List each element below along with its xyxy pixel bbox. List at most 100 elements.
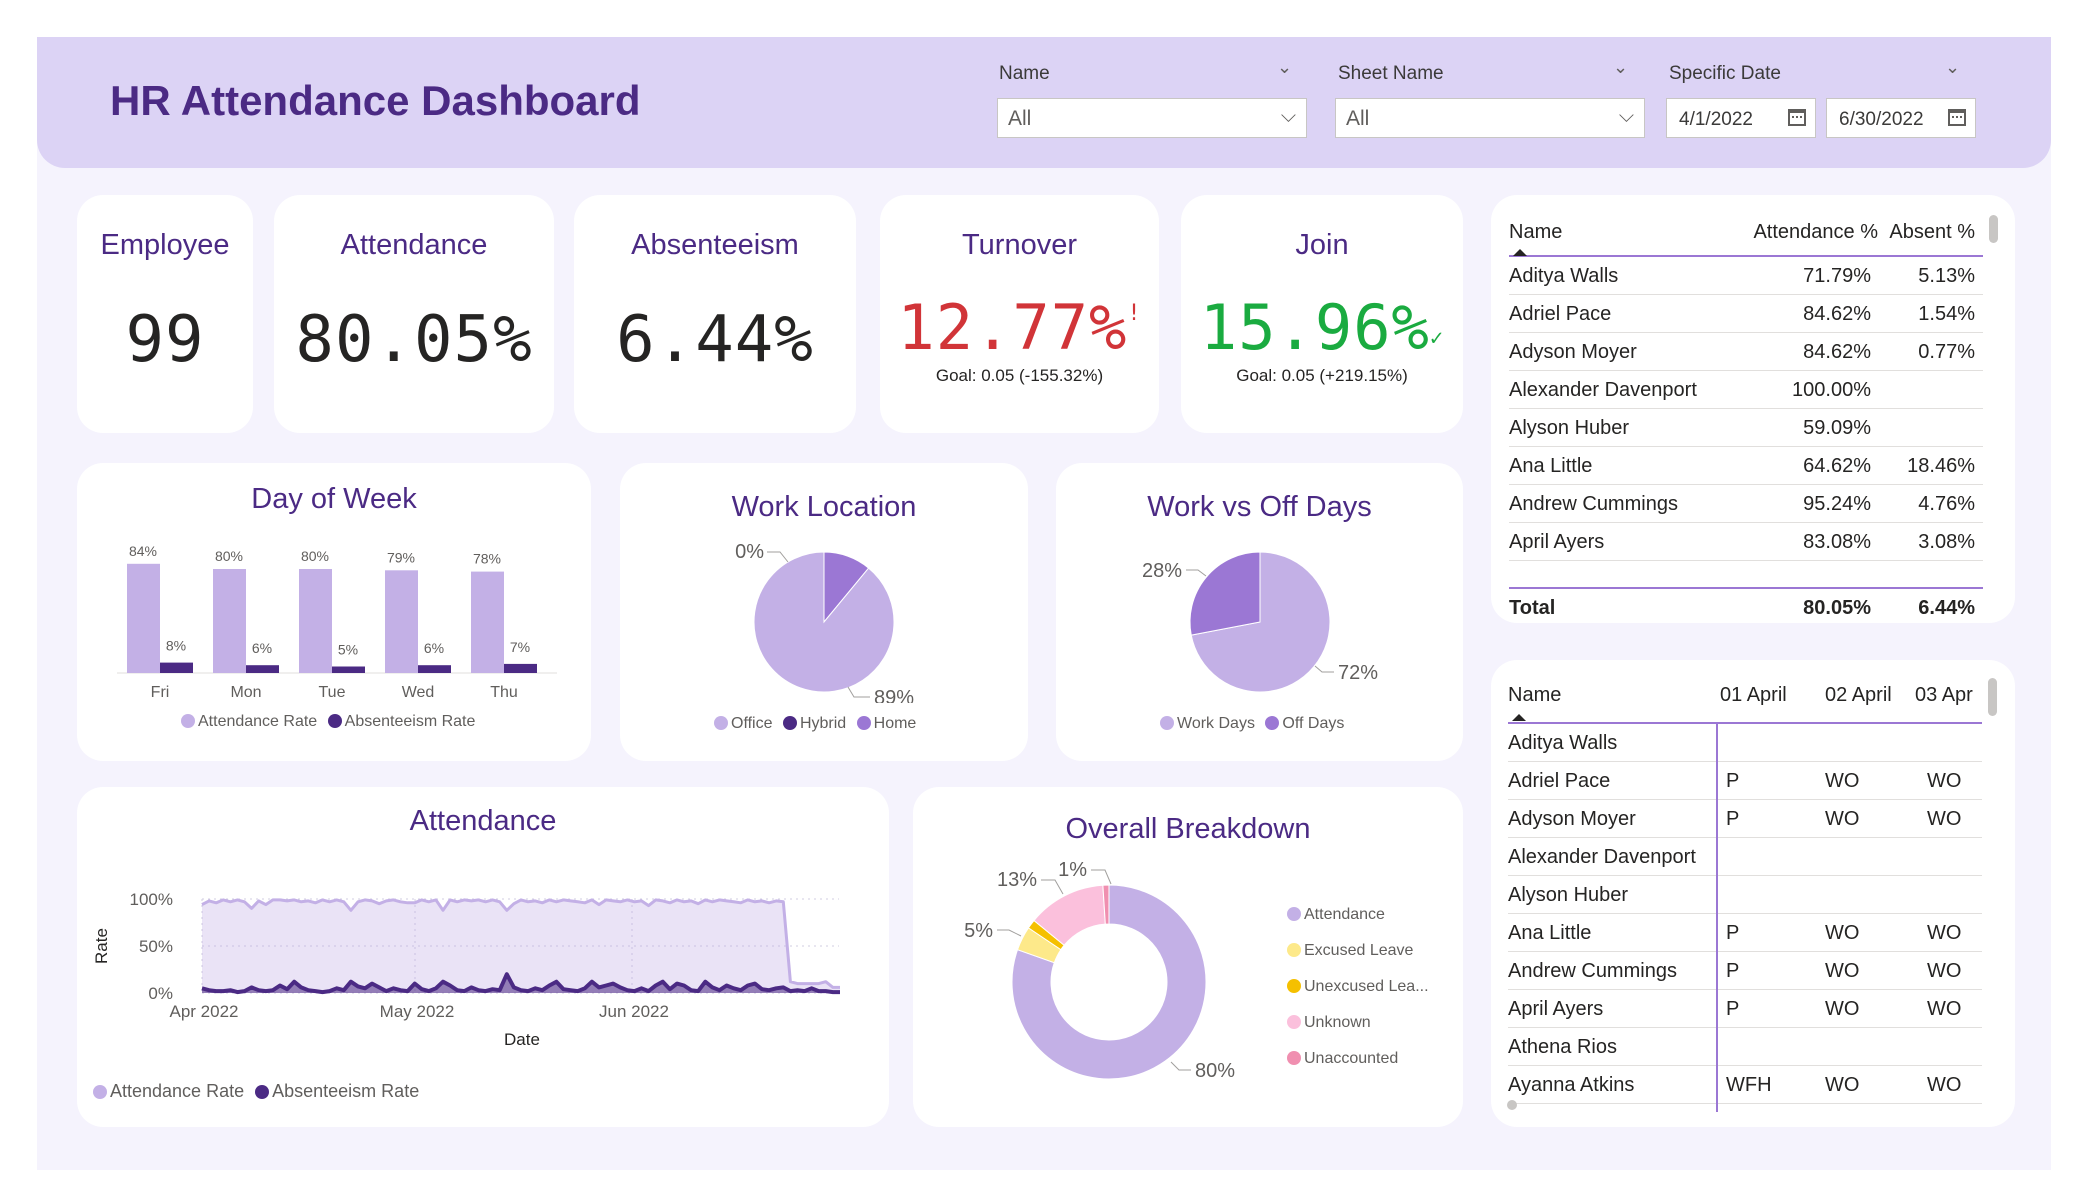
pie-slice[interactable] (753, 551, 895, 693)
chart-legend: Work Days Off Days (1160, 715, 1350, 733)
table-row[interactable]: Athena Rios (1508, 1028, 1982, 1066)
bar-absenteeism-rate[interactable] (504, 663, 537, 673)
column-header-day[interactable]: 01 April (1720, 684, 1787, 707)
legend-dot (181, 714, 195, 728)
legend-item[interactable]: Office (714, 715, 773, 732)
chevron-down-icon[interactable]: ⌄ (1277, 57, 1292, 78)
visual-title: Work Location (731, 491, 917, 523)
table-row[interactable]: Adriel Pace 84.62% 1.54% (1509, 295, 1983, 333)
legend-item[interactable]: Attendance Rate (181, 713, 317, 730)
row-name: Aditya Walls (1509, 265, 1619, 287)
attendance-trend-card[interactable]: Attendance 100% 50% 0% Apr 2022 May 2022 Jun … (77, 787, 889, 1127)
bar-absenteeism-rate[interactable] (246, 665, 279, 673)
bar-attendance-rate[interactable] (471, 571, 504, 673)
vertical-scrollbar[interactable] (1988, 678, 1997, 716)
overall-breakdown-donut[interactable]: 1% 13% 5% 80% (913, 847, 1283, 1127)
legend-item[interactable]: Unaccounted (1287, 1041, 1429, 1077)
legend-item[interactable]: Hybrid (782, 715, 846, 732)
data-label: 7% (510, 639, 530, 655)
calendar-icon[interactable] (1788, 109, 1806, 126)
table-row[interactable]: Ana Little P WO WO (1508, 914, 1982, 952)
sheet-slicer-dropdown[interactable]: All ⌵ (1335, 98, 1645, 138)
leader-line (1170, 1061, 1191, 1071)
table-row[interactable]: April Ayers P WO WO (1508, 990, 1982, 1028)
kpi-value: 12.77%! (880, 291, 1159, 364)
table-row[interactable]: Andrew Cummings 95.24% 4.76% (1509, 485, 1983, 523)
bar-attendance-rate[interactable] (127, 563, 160, 673)
data-label: 80% (1195, 1060, 1235, 1082)
day-of-week-card[interactable]: Day of Week 84% 8% Fri 80% 6% Mon 80% 5% Tue 79% 6… (77, 463, 591, 761)
horizontal-scrollbar[interactable] (1507, 1100, 1517, 1110)
legend-label: Absenteeism Rate (344, 713, 476, 730)
turnover-kpi-card[interactable]: Turnover 12.77%! Goal: 0.05 (-155.32%) (880, 195, 1159, 433)
table-row[interactable]: Adriel Pace P WO WO (1508, 762, 1982, 800)
bar-attendance-rate[interactable] (213, 569, 246, 673)
column-header-attendance[interactable]: Attendance % (1753, 221, 1878, 244)
legend-item[interactable]: Excused Leave (1287, 933, 1429, 969)
attendance-kpi-card[interactable]: Attendance 80.05% (274, 195, 554, 433)
row-status: WO (1825, 922, 1860, 944)
calendar-icon[interactable] (1948, 109, 1966, 126)
table-row[interactable]: Aditya Walls (1508, 724, 1982, 762)
absenteeism-kpi-card[interactable]: Absenteeism 6.44% (574, 195, 856, 433)
legend-item[interactable]: Attendance (1287, 897, 1429, 933)
chevron-down-icon[interactable]: ⌄ (1945, 57, 1960, 78)
name-slicer-dropdown[interactable]: All ⌵ (997, 98, 1307, 138)
visual-title: Day of Week (251, 483, 417, 515)
bar-absenteeism-rate[interactable] (418, 665, 451, 673)
legend-item[interactable]: Home (856, 715, 916, 732)
leader-line (1186, 569, 1207, 577)
bar-absenteeism-rate[interactable] (332, 666, 365, 674)
column-header-day[interactable]: 02 April (1825, 684, 1892, 707)
table-row[interactable]: Aditya Walls 71.79% 5.13% (1509, 257, 1983, 295)
employee-kpi-card[interactable]: Employee 99 (77, 195, 253, 433)
table-header: Name Attendance % Absent % (1509, 213, 1983, 257)
column-header-absent[interactable]: Absent % (1889, 221, 1975, 244)
legend-item[interactable]: Absenteeism Rate (255, 1081, 419, 1101)
work-vs-off-card[interactable]: Work vs Off Days 28% 72% Work Days Off Da… (1056, 463, 1463, 761)
table-row[interactable]: Ayanna Atkins WFH WO WO (1508, 1066, 1982, 1104)
summary-table-card[interactable]: Name Attendance % Absent % Aditya Walls 7… (1491, 195, 2015, 623)
work-location-pie[interactable]: 0% 89% (620, 523, 1028, 703)
legend-item[interactable]: Unknown (1287, 1005, 1429, 1041)
table-row[interactable]: Alexander Davenport 100.00% (1509, 371, 1983, 409)
legend-item[interactable]: Work Days (1160, 715, 1255, 732)
table-row[interactable]: Alyson Huber (1508, 876, 1982, 914)
start-date-input[interactable]: 4/1/2022 (1666, 98, 1816, 138)
legend-item[interactable]: Absenteeism Rate (327, 713, 476, 730)
legend-item[interactable]: Unexcused Lea... (1287, 969, 1429, 1005)
legend-label: Absenteeism Rate (272, 1081, 420, 1101)
area-attendance-rate[interactable] (202, 899, 840, 993)
attendance-area-chart[interactable]: 100% 50% 0%Apr 2022 May 2022 Jun 2022 Date Rat… (77, 837, 889, 1077)
column-header-day[interactable]: 03 Apr (1915, 684, 1973, 707)
join-kpi-card[interactable]: Join 15.96%✓ Goal: 0.05 (+219.15%) (1181, 195, 1463, 433)
table-row[interactable]: Alyson Huber 59.09% (1509, 409, 1983, 447)
summary-table[interactable]: Name Attendance % Absent % Aditya Walls 7… (1509, 213, 1983, 619)
work-vs-off-pie[interactable]: 28% 72% (1056, 523, 1463, 703)
legend-dot (1287, 907, 1301, 921)
legend-item[interactable]: Attendance Rate (93, 1081, 244, 1101)
table-row[interactable]: Andrew Cummings P WO WO (1508, 952, 1982, 990)
bar-absenteeism-rate[interactable] (160, 662, 193, 673)
chevron-down-icon[interactable]: ⌄ (1613, 57, 1628, 78)
vertical-scrollbar[interactable] (1989, 215, 1998, 243)
end-date-input[interactable]: 6/30/2022 (1826, 98, 1976, 138)
table-row[interactable]: Alexander Davenport (1508, 838, 1982, 876)
legend-item[interactable]: Off Days (1265, 715, 1344, 732)
overall-breakdown-card[interactable]: Overall Breakdown 1% 13% 5% 80% Attendance … (913, 787, 1463, 1127)
work-location-card[interactable]: Work Location 0% 89% Office Hybrid Home (620, 463, 1028, 761)
table-row[interactable]: Adyson Moyer P WO WO (1508, 800, 1982, 838)
chart-legend: Attendance Excused Leave Unexcused Lea..… (1287, 897, 1429, 1077)
daily-status-matrix[interactable]: Name 01 April 02 April 03 Apr Aditya Wal… (1508, 676, 1982, 1112)
bar-attendance-rate[interactable] (385, 570, 418, 673)
pie-slice[interactable] (1189, 551, 1261, 636)
column-header-name[interactable]: Name (1509, 221, 1562, 244)
column-header-name[interactable]: Name (1508, 684, 1561, 707)
bar-attendance-rate[interactable] (299, 569, 332, 673)
table-row[interactable]: April Ayers 83.08% 3.08% (1509, 523, 1983, 561)
daily-status-card[interactable]: Name 01 April 02 April 03 Apr Aditya Wal… (1491, 660, 2015, 1127)
day-of-week-chart[interactable]: 84% 8% Fri 80% 6% Mon 80% 5% Tue 79% 6% Wed 78% 7% Thu (77, 523, 591, 703)
table-row[interactable]: Ana Little 64.62% 18.46% (1509, 447, 1983, 485)
table-row[interactable]: Adyson Moyer 84.62% 0.77% (1509, 333, 1983, 371)
row-name: Alexander Davenport (1509, 379, 1697, 401)
